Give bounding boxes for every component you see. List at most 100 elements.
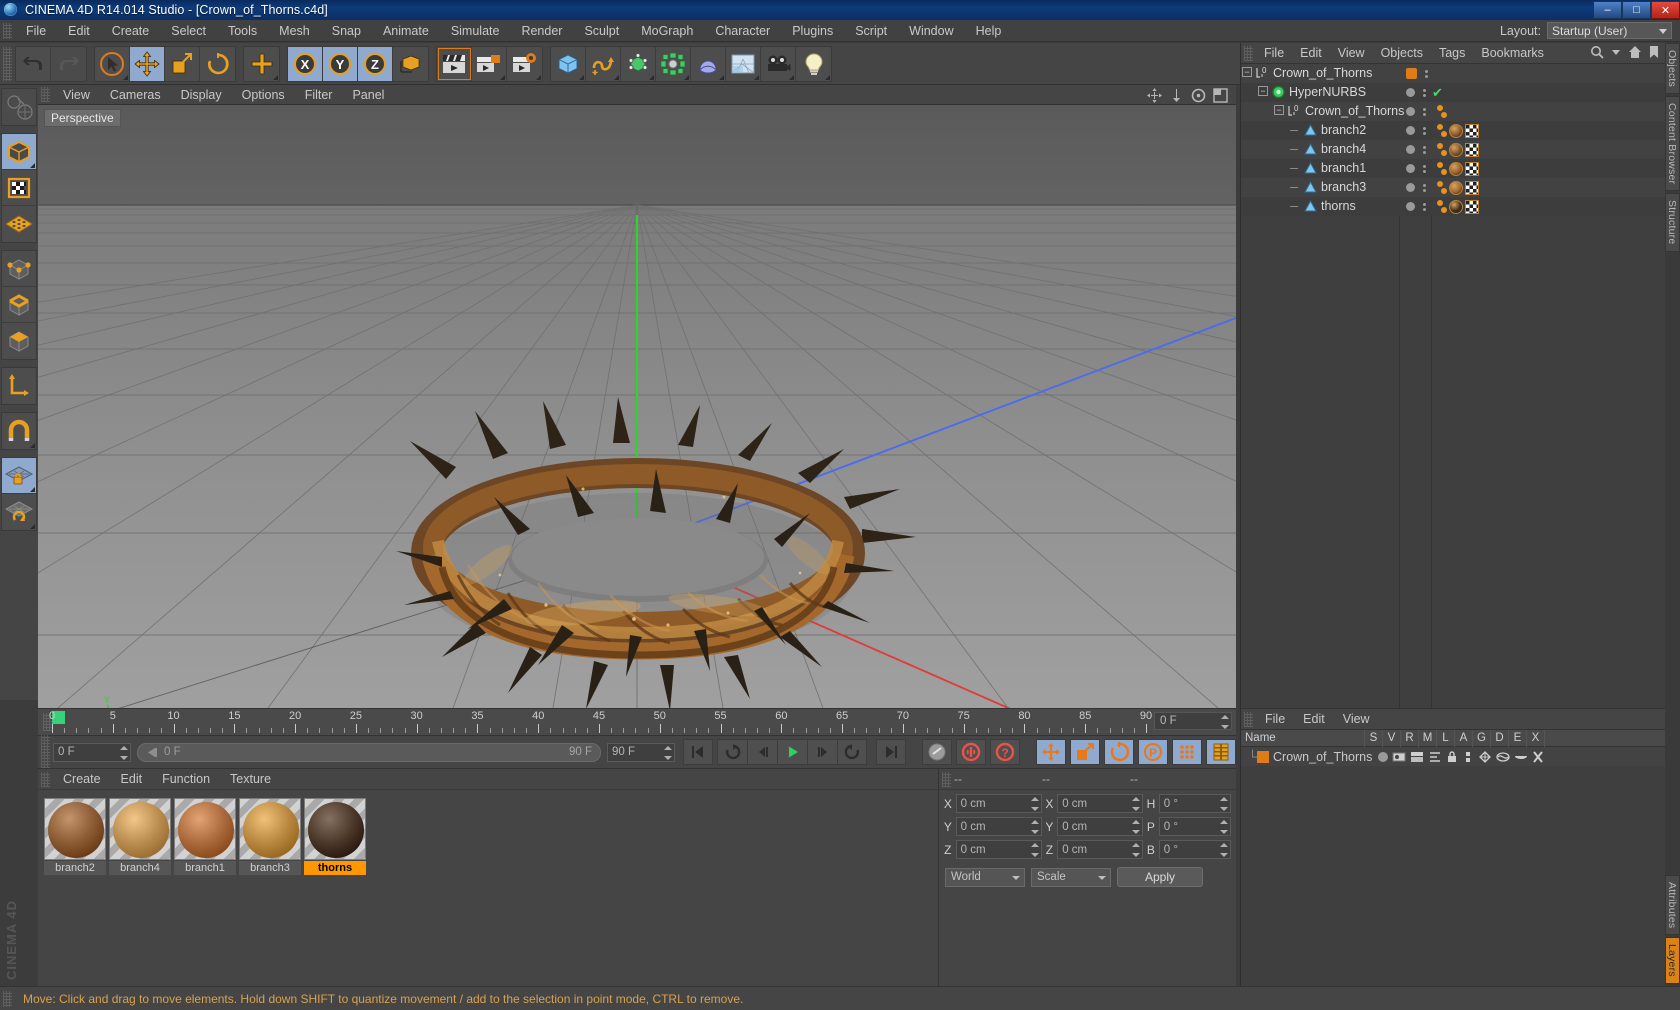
home-icon[interactable] [1628,45,1642,59]
object-render-visibility-dots[interactable] [1423,183,1426,192]
tool-submenu-corner[interactable] [273,74,278,80]
workplane-mode[interactable] [2,206,36,242]
size-field[interactable]: 0 cm [1057,794,1144,813]
viewport-grip[interactable] [41,87,50,102]
viewport-menu-view[interactable]: View [53,87,100,103]
object-editor-visibility-dot[interactable] [1406,183,1415,192]
select-tool[interactable] [95,46,130,81]
layer-solo-icon[interactable] [1378,751,1389,762]
object-visibility-dots[interactable] [1406,178,1426,197]
coordinate-system-dropdown[interactable]: World [945,867,1025,887]
menu-create[interactable]: Create [101,22,161,40]
object-name[interactable]: branch3 [1321,180,1366,194]
object-tree-row[interactable]: branch4 [1241,140,1665,159]
tool-submenu-corner[interactable] [30,443,35,448]
time-scrubber[interactable]: 0 F 90 F [137,742,601,762]
toolbar-grip[interactable] [3,46,12,81]
menu-simulate[interactable]: Simulate [440,22,511,40]
lock-y-axis[interactable]: Y [323,46,358,81]
viewport-menu-options[interactable]: Options [232,87,295,103]
step-forward-button[interactable] [807,739,837,765]
record-pla-button[interactable] [1172,739,1202,765]
rotation-field[interactable]: 0 ° [1158,840,1231,859]
frame-spinner[interactable] [1221,715,1229,729]
object-render-visibility-dots[interactable] [1423,202,1426,211]
object-render-visibility-dots[interactable] [1423,126,1426,135]
current-frame-field[interactable]: 0 F [1154,712,1232,730]
polygons-mode[interactable] [2,323,36,359]
material-cell[interactable]: branch2 [44,798,106,875]
expand-toggle[interactable]: − [1258,86,1268,96]
rotate-tool[interactable] [200,46,235,81]
object-tree-row[interactable]: − 0 Crown_of_Thorns [1241,102,1665,121]
menu-edit[interactable]: Edit [57,22,101,40]
scrub-left-icon[interactable] [146,747,158,758]
play-button[interactable] [777,739,807,765]
object-tree-row[interactable]: − HyperNURBS ✔ [1241,83,1665,102]
move-camera-icon[interactable] [1147,88,1162,103]
material-tag-icon[interactable] [1449,199,1463,214]
keyframe-selection-button[interactable]: ? [990,739,1020,765]
object-name[interactable]: branch4 [1321,142,1366,156]
enable-check-icon[interactable]: ✔ [1432,85,1443,101]
make-editable-tool[interactable] [2,89,36,125]
doc-end-spinner[interactable] [664,745,672,760]
add-generator-button[interactable] [621,46,656,81]
menu-plugins[interactable]: Plugins [781,22,844,40]
menu-grip[interactable] [3,22,12,39]
layer-xref-icon[interactable] [1532,750,1544,763]
object-render-visibility-dots[interactable] [1425,69,1428,78]
bookmark-icon[interactable] [1647,45,1661,59]
status-grip[interactable] [3,990,12,1007]
size-spinner[interactable] [1132,820,1141,834]
maximize-view-icon[interactable] [1213,88,1228,103]
tag-dots-icon[interactable] [1437,143,1447,156]
layer-menu-file[interactable]: File [1256,711,1294,727]
tool-submenu-corner[interactable] [123,74,128,80]
add-point-tool[interactable] [244,46,279,81]
size-spinner[interactable] [1132,843,1141,857]
object-visibility-dots[interactable] [1406,159,1426,178]
record-position-button[interactable] [1036,739,1066,765]
object-visibility-dots[interactable] [1406,140,1426,159]
scale-camera-icon[interactable] [1169,88,1184,103]
object-name[interactable]: thorns [1321,199,1356,213]
material-menu-edit[interactable]: Edit [111,771,153,787]
layer-col-l-header[interactable]: L [1437,729,1455,747]
tool-submenu-corner[interactable] [754,74,759,80]
layer-generator-icon[interactable] [1478,750,1492,763]
tool-submenu-corner[interactable] [536,74,541,80]
menu-mograph[interactable]: MoGraph [630,22,704,40]
edges-mode[interactable] [2,287,36,323]
material-cell[interactable]: branch1 [174,798,236,875]
lock-workplane[interactable] [2,458,36,494]
tag-dots-icon[interactable] [1437,200,1447,213]
rotate-camera-icon[interactable] [1191,88,1206,103]
record-rotation-button[interactable] [1104,739,1134,765]
layer-lock-icon[interactable] [1446,750,1458,763]
viewport-menu-display[interactable]: Display [171,87,232,103]
layer-col-r-header[interactable]: R [1401,729,1419,747]
go-to-start-button[interactable] [683,739,713,765]
close-button[interactable]: ✕ [1651,1,1680,19]
menu-script[interactable]: Script [844,22,898,40]
layer-col-g-header[interactable]: G [1473,729,1491,747]
add-spline-button[interactable] [586,46,621,81]
redo-button[interactable] [51,46,86,81]
tool-submenu-corner[interactable] [649,74,654,80]
coordinates-grip[interactable] [942,771,951,787]
object-menu-tags[interactable]: Tags [1431,45,1473,61]
add-environment-button[interactable] [726,46,761,81]
object-menu-file[interactable]: File [1256,45,1292,61]
object-render-visibility-dots[interactable] [1423,107,1426,116]
scale-tool[interactable] [165,46,200,81]
material-menu-create[interactable]: Create [53,771,111,787]
rotation-field[interactable]: 0 ° [1158,794,1231,813]
material-cell[interactable]: branch4 [109,798,171,875]
tool-submenu-corner[interactable] [825,74,830,80]
size-spinner[interactable] [1132,797,1141,811]
object-render-visibility-dots[interactable] [1423,88,1426,97]
tag-dots-icon[interactable] [1437,162,1447,175]
size-field[interactable]: 0 cm [1057,817,1144,836]
object-name[interactable]: branch2 [1321,123,1366,137]
